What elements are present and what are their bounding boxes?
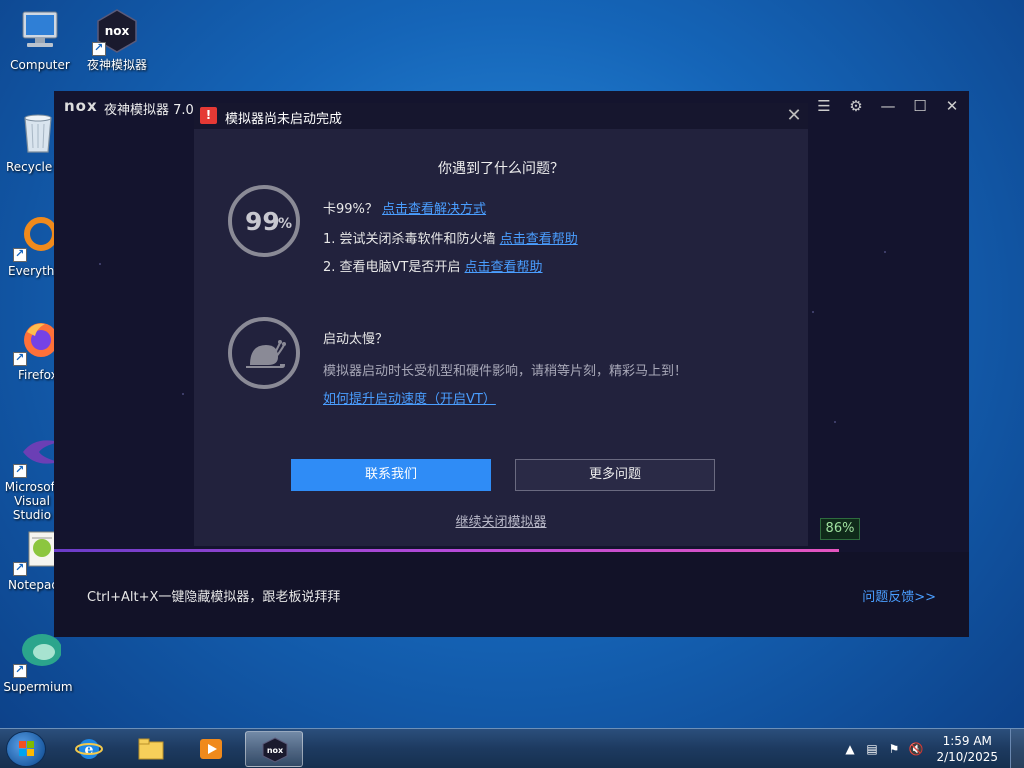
svg-text:nox: nox [105, 24, 130, 38]
stuck-heading: 卡99%？ [323, 202, 378, 217]
taskbar-explorer[interactable] [122, 731, 180, 767]
taskbar-nox[interactable]: nox [245, 731, 303, 767]
folder-icon [138, 738, 164, 760]
computer-icon [17, 8, 63, 54]
start-button[interactable] [6, 731, 46, 767]
hide-shortcut-hint: Ctrl+Alt+X一键隐藏模拟器，跟老板说拜拜 [87, 590, 341, 605]
speed-up-vt-link[interactable]: 如何提升启动速度（开启VT） [323, 392, 496, 407]
supermium-desktop-icon[interactable]: Supermium [0, 630, 78, 694]
minimize-icon[interactable]: — [876, 95, 900, 117]
stuck-heading-line: 卡99%？ 点击查看解决方式 [323, 198, 486, 217]
shortcut-arrow-icon [92, 41, 106, 56]
stuck-step-2: 2. 查看电脑VT是否开启 点击查看帮助 [323, 260, 543, 275]
clock-time: 1:59 AM [942, 734, 992, 748]
boot-progress-percent: 86% [820, 518, 860, 540]
shortcut-arrow-icon [13, 351, 27, 366]
more-questions-button[interactable]: 更多问题 [515, 459, 715, 491]
stuck-solution-link[interactable]: 点击查看解决方式 [382, 202, 486, 217]
shortcut-arrow-icon [13, 247, 27, 262]
dialog-title: 模拟器尚未启动完成 [225, 112, 343, 127]
continue-close-link[interactable]: 继续关闭模拟器 [194, 511, 808, 530]
taskbar-media-player[interactable] [182, 731, 240, 767]
taskbar: e nox ▲ ▤ ⚑ 🔇 1:59 AM 2/10/2025 [0, 728, 1024, 768]
antivirus-help-link[interactable]: 点击查看帮助 [500, 232, 578, 247]
action-center-flag-icon[interactable]: ⚑ [886, 741, 902, 757]
clock[interactable]: 1:59 AM 2/10/2025 [936, 733, 998, 765]
snail-icon [228, 317, 300, 389]
contact-us-button[interactable]: 联系我们 [291, 459, 491, 491]
tray-expand-icon[interactable]: ▲ [842, 741, 858, 757]
stuck-step-1: 1. 尝试关闭杀毒软件和防火墙 点击查看帮助 [323, 232, 578, 247]
menu-icon[interactable]: ☰ [812, 95, 836, 117]
maximize-icon[interactable]: ☐ [908, 95, 932, 117]
show-desktop-button[interactable] [1010, 729, 1024, 768]
feedback-link[interactable]: 问题反馈>> [862, 586, 936, 605]
close-window-icon[interactable]: ✕ [940, 95, 964, 117]
dialog-header: ! 模拟器尚未启动完成 ✕ [194, 103, 808, 129]
shortcut-arrow-icon [13, 561, 27, 576]
nox-window-title: 夜神模拟器 7.0 [104, 103, 194, 118]
windows-logo-icon [19, 741, 34, 756]
computer-desktop-icon[interactable]: Computer [0, 8, 80, 72]
speed-up-line: 如何提升启动速度（开启VT） [323, 388, 496, 407]
shortcut-arrow-icon [13, 663, 27, 678]
boot-incomplete-dialog: ! 模拟器尚未启动完成 ✕ 你遇到了什么问题？ 99 % 卡99%？ 点击查看解… [194, 103, 808, 546]
clock-date: 2/10/2025 [936, 750, 998, 764]
volume-muted-icon[interactable]: 🔇 [908, 741, 924, 757]
dialog-question: 你遇到了什么问题？ [438, 161, 564, 177]
nox-icon: nox [92, 8, 140, 56]
nox-taskbar-icon: nox [262, 737, 288, 763]
internet-explorer-icon: e [75, 739, 103, 759]
media-player-icon [200, 739, 222, 759]
vt-help-link[interactable]: 点击查看帮助 [465, 260, 543, 275]
stuck-99-icon: 99 % [228, 185, 300, 257]
settings-icon[interactable]: ⚙ [844, 95, 868, 117]
nox-logo: nox [64, 97, 98, 115]
slow-heading: 启动太慢？ [323, 332, 389, 347]
nox-desktop-icon[interactable]: nox 夜神模拟器 [77, 8, 157, 72]
svg-text:nox: nox [267, 746, 284, 755]
alert-icon: ! [200, 107, 217, 124]
taskbar-ie[interactable]: e [60, 731, 118, 767]
slow-description: 模拟器启动时长受机型和硬件影响，请稍等片刻，精彩马上到！ [323, 364, 688, 379]
shortcut-arrow-icon [13, 463, 27, 478]
dialog-close-icon[interactable]: ✕ [782, 105, 806, 127]
network-icon[interactable]: ▤ [864, 741, 880, 757]
